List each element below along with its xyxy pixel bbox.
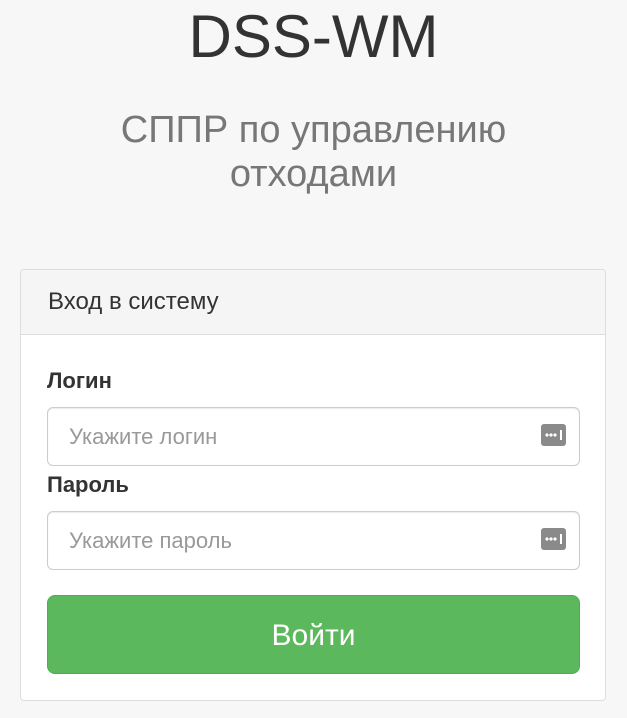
dots-glyph (545, 537, 557, 541)
app-title: DSS-WM (188, 3, 439, 70)
dots-glyph (545, 433, 557, 437)
login-panel: Вход в систему Логин Пароль Войти (20, 269, 606, 701)
password-manager-icon[interactable] (541, 528, 566, 550)
login-label: Логин (47, 368, 112, 393)
login-input[interactable] (48, 408, 528, 465)
login-field[interactable] (47, 407, 580, 466)
password-manager-icon[interactable] (541, 424, 566, 446)
login-submit-button[interactable]: Войти (47, 595, 580, 674)
app-subtitle: СППР по управлению отходами (120, 109, 507, 195)
cursor-bar-glyph (560, 534, 562, 544)
cursor-bar-glyph (560, 430, 562, 440)
password-field[interactable] (47, 511, 580, 570)
password-label: Пароль (47, 472, 129, 497)
login-panel-heading: Вход в систему (21, 270, 605, 335)
password-input[interactable] (48, 512, 528, 569)
